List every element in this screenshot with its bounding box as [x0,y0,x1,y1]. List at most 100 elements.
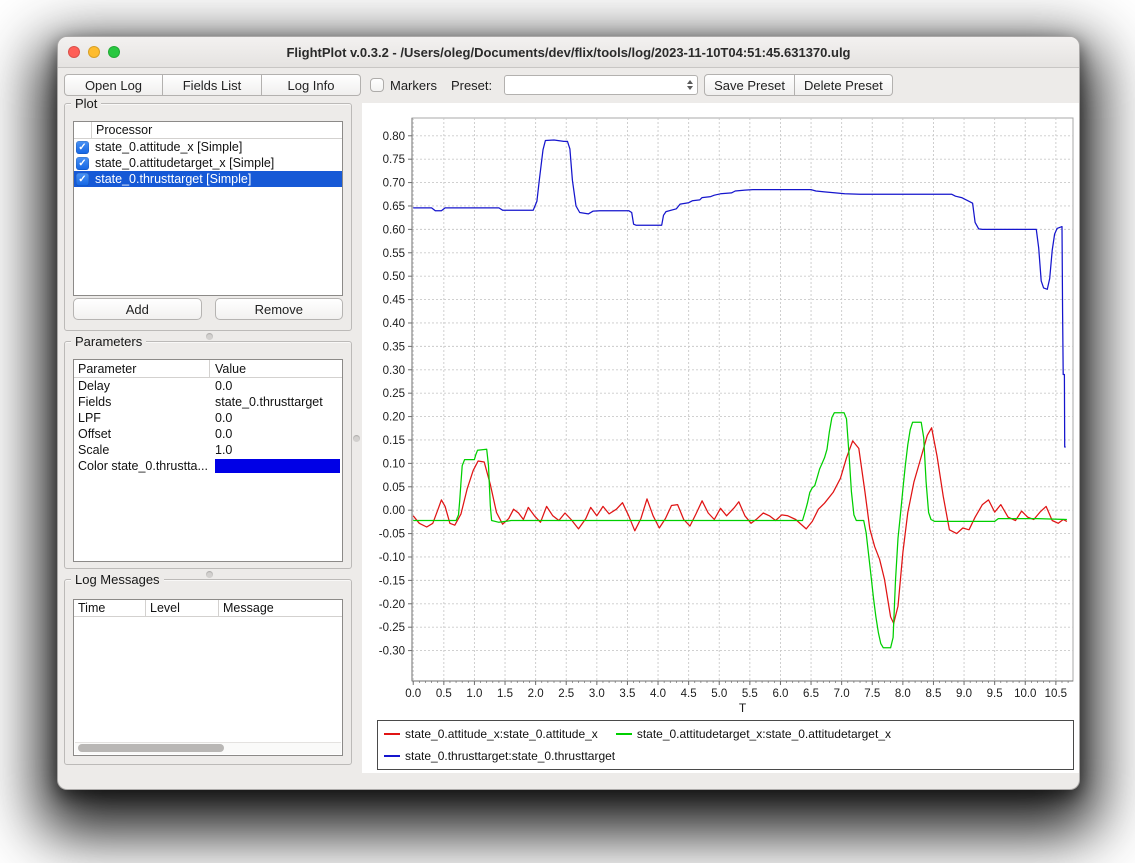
log-messages-group-title: Log Messages [71,572,164,587]
toolbar: Open Log Fields List Log Info Markers Pr… [64,74,1074,96]
plot-item-checkbox[interactable]: ✓ [76,141,89,154]
parameter-name: Offset [74,427,210,441]
parameter-row[interactable]: Fieldsstate_0.thrusttarget [74,394,342,410]
legend-item: state_0.attitude_x:state_0.attitude_x [384,727,598,741]
log-info-button[interactable]: Log Info [262,74,361,96]
svg-text:1.0: 1.0 [466,688,482,700]
save-preset-button[interactable]: Save Preset [704,74,795,96]
add-button[interactable]: Add [73,298,202,320]
preset-label: Preset: [451,78,492,93]
horizontal-scrollbar[interactable] [75,742,341,754]
legend-row-2: state_0.thrusttarget:state_0.thrusttarge… [384,745,1067,767]
legend-row-1: state_0.attitude_x:state_0.attitude_x sta… [384,723,1067,745]
plot-area[interactable] [412,118,1073,681]
minimize-window-icon[interactable] [88,46,100,58]
parameter-row[interactable]: Color state_0.thrustta... [74,458,342,474]
svg-text:0.60: 0.60 [383,224,405,236]
parameter-name: Scale [74,443,210,457]
split-divider-vertical[interactable] [352,103,362,773]
color-swatch[interactable] [215,459,340,473]
parameter-row[interactable]: Delay0.0 [74,378,342,394]
markers-checkbox[interactable] [370,78,384,92]
plot-item[interactable]: ✓state_0.thrusttarget [Simple] [74,171,342,187]
svg-text:-0.05: -0.05 [379,529,405,541]
divider-grip-icon[interactable] [353,435,360,442]
parameter-row[interactable]: Offset0.0 [74,426,342,442]
parameter-value[interactable]: 1.0 [210,443,342,457]
plot-item-label[interactable]: state_0.attitude_x [Simple] [92,140,242,154]
traffic-lights [68,46,120,58]
parameter-name: LPF [74,411,210,425]
plot-item-label[interactable]: state_0.thrusttarget [Simple] [92,172,251,186]
close-window-icon[interactable] [68,46,80,58]
level-column-header: Level [146,600,219,616]
svg-text:0.80: 0.80 [383,131,405,143]
legend-line-swatch [384,755,400,757]
svg-text:0.50: 0.50 [383,271,405,283]
divider-grip-icon[interactable] [206,333,213,340]
svg-text:10.5: 10.5 [1045,688,1067,700]
plot-item[interactable]: ✓state_0.attitudetarget_x [Simple] [74,155,342,171]
svg-text:0.0: 0.0 [405,688,421,700]
titlebar[interactable]: FlightPlot v.0.3.2 - /Users/oleg/Documen… [58,37,1079,68]
parameter-value[interactable]: 0.0 [210,379,342,393]
svg-text:-0.15: -0.15 [379,575,405,587]
plot-item-label[interactable]: state_0.attitudetarget_x [Simple] [92,156,274,170]
parameter-value[interactable]: state_0.thrusttarget [210,395,342,409]
toolbar-button-group: Open Log Fields List Log Info [64,74,361,96]
combobox-stepper-icon[interactable] [687,80,693,90]
plot-item-checkbox[interactable]: ✓ [76,157,89,170]
legend-item-label: state_0.thrusttarget:state_0.thrusttarge… [405,749,615,763]
svg-text:0.30: 0.30 [383,365,405,377]
window-title: FlightPlot v.0.3.2 - /Users/oleg/Documen… [286,45,850,60]
svg-text:3.0: 3.0 [589,688,605,700]
svg-text:0.00: 0.00 [383,505,405,517]
svg-text:0.20: 0.20 [383,412,405,424]
svg-text:-0.20: -0.20 [379,599,405,611]
svg-text:0.15: 0.15 [383,435,405,447]
parameter-row[interactable]: Scale1.0 [74,442,342,458]
log-messages-table[interactable]: Time Level Message [73,599,343,756]
plot-item-checkbox[interactable]: ✓ [76,173,89,186]
chart-canvas[interactable]: 0.800.750.700.650.600.550.500.450.400.35… [362,103,1079,719]
parameter-row[interactable]: LPF0.0 [74,410,342,426]
svg-text:7.0: 7.0 [834,688,850,700]
parameter-name: Color state_0.thrustta... [74,459,210,473]
main-area: Plot Processor ✓state_0.attitude_x [Simp… [64,103,1079,773]
zoom-window-icon[interactable] [108,46,120,58]
parameter-value[interactable]: 0.0 [210,427,342,441]
parameters-table[interactable]: Parameter Value Delay0.0Fieldsstate_0.th… [73,359,343,562]
svg-text:10.0: 10.0 [1014,688,1036,700]
open-log-button[interactable]: Open Log [64,74,163,96]
preset-combobox[interactable] [504,75,698,95]
delete-preset-button[interactable]: Delete Preset [795,74,893,96]
svg-text:1.5: 1.5 [497,688,513,700]
processor-table[interactable]: Processor ✓state_0.attitude_x [Simple]✓s… [73,121,343,296]
svg-text:0.25: 0.25 [383,388,405,400]
scrollbar-thumb[interactable] [78,744,224,752]
legend-item: state_0.attitudetarget_x:state_0.attitud… [616,727,891,741]
svg-text:0.10: 0.10 [383,458,405,470]
fields-list-button[interactable]: Fields List [163,74,262,96]
svg-text:9.0: 9.0 [956,688,972,700]
svg-text:0.65: 0.65 [383,201,405,213]
parameter-value[interactable] [210,459,342,473]
parameter-name: Fields [74,395,210,409]
svg-text:7.5: 7.5 [864,688,880,700]
plot-buttons-row: Add Remove [73,298,343,320]
parameter-value[interactable]: 0.0 [210,411,342,425]
svg-text:0.05: 0.05 [383,482,405,494]
svg-text:0.35: 0.35 [383,341,405,353]
legend-item: state_0.thrusttarget:state_0.thrusttarge… [384,749,615,763]
divider-grip-icon[interactable] [206,571,213,578]
processor-list-body: ✓state_0.attitude_x [Simple]✓state_0.att… [74,139,342,187]
checkbox-column-header [74,122,92,138]
log-messages-group: Log Messages Time Level Message [64,579,352,765]
parameters-group: Parameters Parameter Value Delay0.0Field… [64,341,352,569]
plot-group: Plot Processor ✓state_0.attitude_x [Simp… [64,103,352,331]
remove-button[interactable]: Remove [215,298,344,320]
svg-text:0.40: 0.40 [383,318,405,330]
processor-column-header: Processor [92,123,152,137]
plot-item[interactable]: ✓state_0.attitude_x [Simple] [74,139,342,155]
svg-text:8.5: 8.5 [925,688,941,700]
